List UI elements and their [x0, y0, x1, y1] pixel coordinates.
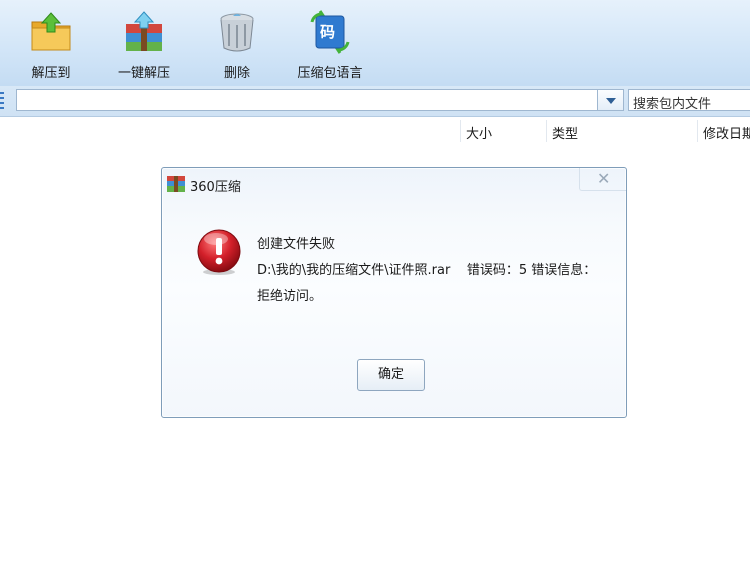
error-message-detail: D:\我的\我的压缩文件\证件照.rar 错误码：5 错误信息：	[257, 263, 597, 278]
ok-button[interactable]: 确定	[357, 359, 425, 391]
path-dropdown-button[interactable]	[598, 89, 624, 111]
panel-grip-handle[interactable]	[0, 92, 4, 110]
column-separator[interactable]	[460, 120, 461, 142]
delete-button[interactable]: 删除	[206, 6, 268, 82]
extract-folder-icon	[31, 12, 71, 51]
delete-bin-icon	[220, 13, 254, 52]
one-click-extract-button[interactable]: 一键解压	[108, 6, 180, 82]
one-click-extract-icon	[126, 11, 162, 51]
search-placeholder: 搜索包内文件	[633, 97, 712, 111]
delete-label: 删除	[223, 66, 250, 81]
archive-language-label: 压缩包语言	[297, 66, 363, 81]
column-type[interactable]: 类型	[552, 123, 578, 142]
column-separator[interactable]	[546, 120, 547, 142]
column-size[interactable]: 大小	[466, 123, 492, 142]
path-input[interactable]	[16, 89, 598, 111]
error-icon	[197, 229, 241, 275]
extract-to-label: 解压到	[31, 66, 71, 81]
language-code-glyph: 码	[320, 23, 336, 41]
column-modified[interactable]: 修改日期	[703, 123, 750, 142]
error-dialog: 360压缩 ✕ 创建文件失败 D:\我的\我的压缩文件\证件照.rar 错误码：…	[161, 167, 627, 418]
error-message-title: 创建文件失败	[257, 237, 336, 252]
dialog-close-button[interactable]: ✕	[579, 168, 626, 191]
toolbar: 解压到 一键解压 删除 压缩包语言 码	[0, 0, 750, 86]
file-list-header: 大小 类型 修改日期	[0, 117, 750, 145]
dialog-title: 360压缩	[190, 180, 241, 195]
column-separator[interactable]	[697, 120, 698, 142]
dropdown-arrow-icon	[606, 98, 616, 104]
close-icon: ✕	[597, 169, 611, 188]
error-message-reason: 拒绝访问。	[257, 289, 323, 304]
one-click-extract-label: 一键解压	[117, 66, 170, 81]
archive-language-button[interactable]: 压缩包语言	[290, 6, 370, 82]
extract-to-button[interactable]: 解压到	[18, 6, 84, 82]
search-in-archive-input[interactable]: 搜索包内文件	[628, 89, 750, 111]
app-logo-icon	[167, 176, 185, 192]
address-bar: 搜索包内文件	[0, 86, 750, 117]
